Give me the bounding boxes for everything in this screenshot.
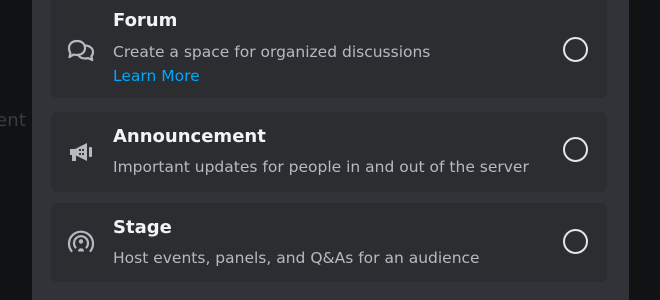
- megaphone-icon: [65, 136, 97, 168]
- announcement-description: Important updates for people in and out …: [113, 158, 529, 176]
- channel-type-modal: Forum Create a space for organized discu…: [32, 0, 629, 300]
- stage-radio[interactable]: [563, 229, 588, 254]
- background-text-fragment: ent: [0, 110, 27, 131]
- forum-icon: [65, 34, 97, 66]
- learn-more-link[interactable]: Learn More: [113, 67, 200, 85]
- channel-type-forum-option[interactable]: Forum Create a space for organized discu…: [51, 0, 607, 98]
- stage-title: Stage: [113, 217, 172, 238]
- stage-icon: [65, 226, 97, 258]
- channel-type-announcement-option[interactable]: Announcement Important updates for peopl…: [51, 112, 607, 192]
- announcement-radio[interactable]: [563, 137, 588, 162]
- forum-title: Forum: [113, 10, 178, 31]
- announcement-title: Announcement: [113, 126, 266, 147]
- channel-type-stage-option[interactable]: Stage Host events, panels, and Q&As for …: [51, 203, 607, 282]
- forum-radio[interactable]: [563, 37, 588, 62]
- stage-description: Host events, panels, and Q&As for an aud…: [113, 249, 480, 267]
- forum-description: Create a space for organized discussions: [113, 43, 431, 61]
